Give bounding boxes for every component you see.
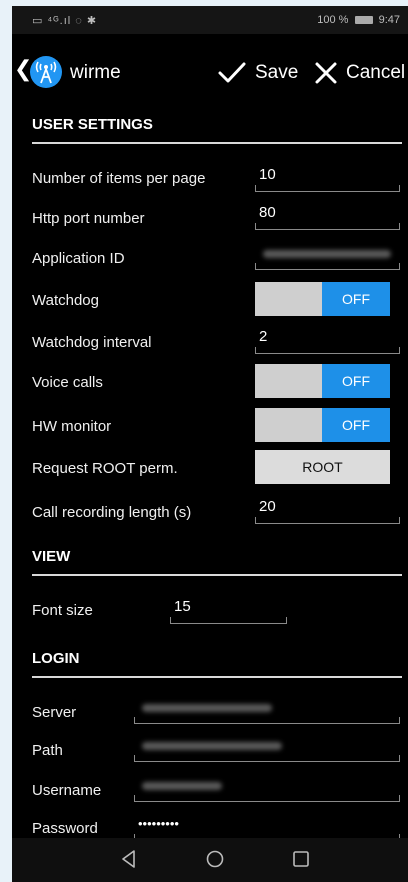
application-id-input[interactable] (255, 240, 400, 270)
row-application-id: Application ID (12, 240, 408, 278)
watchdog-toggle[interactable]: OFF (255, 282, 390, 316)
server-redacted (142, 704, 272, 712)
path-label: Path (32, 742, 63, 759)
status-right: 100 % 9:47 (317, 14, 400, 26)
watchdog-interval-label: Watchdog interval (32, 334, 152, 351)
call-recording-value: 20 (259, 498, 276, 515)
clock: 9:47 (378, 14, 400, 26)
row-http-port: Http port number 80 (12, 200, 408, 238)
row-path: Path (12, 732, 408, 770)
checkmark-icon (218, 62, 246, 83)
http-port-value: 80 (259, 204, 276, 221)
save-button[interactable]: Save (217, 58, 298, 88)
password-value: ••••••••• (138, 816, 179, 831)
row-items-per-page: Number of items per page 10 (12, 160, 408, 198)
cancel-label: Cancel (346, 62, 406, 83)
row-call-recording: Call recording length (s) 20 (12, 494, 408, 532)
row-server: Server (12, 694, 408, 732)
path-redacted (142, 742, 282, 750)
app-title: wirme (70, 62, 121, 83)
http-port-label: Http port number (32, 210, 145, 227)
cancel-button[interactable]: Cancel (314, 58, 405, 88)
section-title: VIEW (32, 548, 71, 565)
watchdog-state: OFF (322, 282, 390, 316)
row-watchdog: Watchdog OFF (12, 282, 408, 320)
items-per-page-input[interactable]: 10 (255, 162, 400, 192)
voice-calls-state: OFF (322, 364, 390, 398)
section-title: LOGIN (32, 650, 80, 667)
server-label: Server (32, 704, 77, 721)
font-size-label: Font size (32, 602, 93, 619)
nav-back-icon[interactable] (118, 848, 140, 870)
username-input[interactable] (134, 772, 400, 802)
nav-recents-icon[interactable] (290, 848, 312, 870)
voice-calls-label: Voice calls (32, 374, 103, 391)
row-hw-monitor: HW monitor OFF (12, 408, 408, 446)
hw-monitor-toggle[interactable]: OFF (255, 408, 390, 442)
root-perm-label: Request ROOT perm. (32, 460, 178, 477)
server-input[interactable] (134, 694, 400, 724)
action-bar: ❮ wirme Save Cancel (12, 42, 408, 102)
password-label: Password (32, 820, 98, 837)
hw-monitor-label: HW monitor (32, 418, 112, 435)
wifi-antenna-icon[interactable] (30, 56, 62, 88)
section-user-settings: USER SETTINGS (32, 110, 402, 144)
battery-percent: 100 % (317, 14, 349, 26)
row-font-size: Font size 15 (12, 592, 408, 630)
font-size-value: 15 (174, 598, 191, 615)
row-watchdog-interval: Watchdog interval 2 (12, 324, 408, 362)
watchdog-interval-input[interactable]: 2 (255, 324, 400, 354)
watchdog-interval-value: 2 (259, 328, 268, 345)
row-username: Username (12, 772, 408, 810)
app-screen: ▭ ⁴ᴳ.ıl ◌ ✱ 100 % 9:47 ❮ wirme Save Canc… (12, 6, 408, 882)
nav-home-icon[interactable] (204, 848, 226, 870)
watchdog-label: Watchdog (32, 292, 99, 309)
voice-calls-toggle[interactable]: OFF (255, 364, 390, 398)
status-bar: ▭ ⁴ᴳ.ıl ◌ ✱ 100 % 9:47 (12, 6, 408, 34)
font-size-input[interactable]: 15 (170, 594, 287, 624)
username-redacted (142, 782, 222, 790)
close-x-icon (315, 62, 337, 84)
items-per-page-label: Number of items per page (32, 170, 206, 187)
username-label: Username (32, 782, 102, 799)
root-button[interactable]: ROOT (255, 450, 390, 484)
call-recording-label: Call recording length (s) (32, 504, 192, 521)
application-id-label: Application ID (32, 250, 125, 267)
battery-icon (354, 16, 373, 25)
row-voice-calls: Voice calls OFF (12, 364, 408, 402)
call-recording-input[interactable]: 20 (255, 494, 400, 524)
path-input[interactable] (134, 732, 400, 762)
items-per-page-value: 10 (259, 166, 276, 183)
section-title: USER SETTINGS (32, 116, 153, 133)
password-input[interactable]: ••••••••• (134, 810, 400, 840)
hw-monitor-state: OFF (322, 408, 390, 442)
save-label: Save (255, 62, 299, 83)
application-id-redacted (263, 250, 391, 258)
row-root-perm: Request ROOT perm. ROOT (12, 450, 408, 488)
section-view: VIEW (32, 542, 402, 576)
status-icons: ▭ ⁴ᴳ.ıl ◌ ✱ (32, 15, 98, 27)
navigation-bar (12, 838, 408, 882)
http-port-input[interactable]: 80 (255, 200, 400, 230)
section-login: LOGIN (32, 644, 402, 678)
